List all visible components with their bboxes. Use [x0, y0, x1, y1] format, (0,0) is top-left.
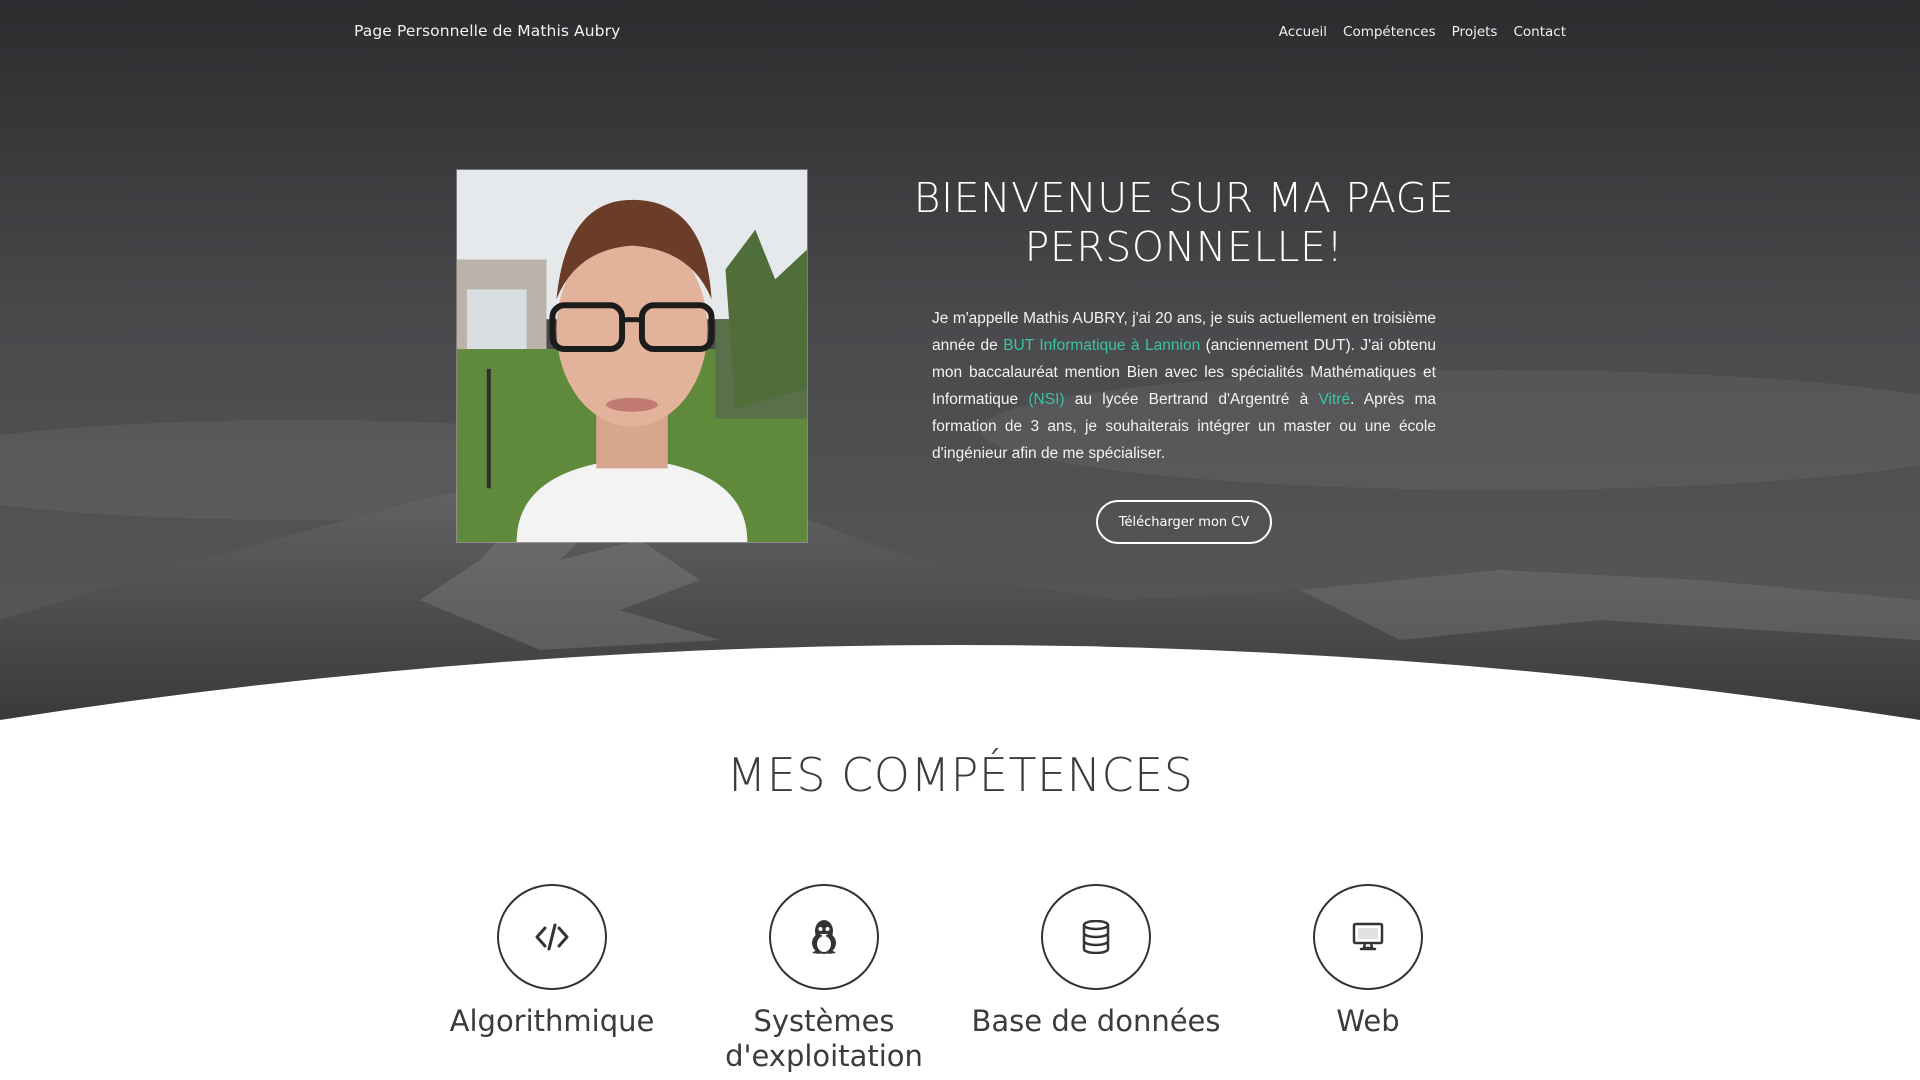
nav-link-projets[interactable]: Projets	[1452, 24, 1498, 40]
but-informatique-link[interactable]: BUT Informatique à Lannion	[1003, 337, 1200, 354]
database-icon	[1082, 920, 1110, 954]
hero-intro: Je m'appelle Mathis AUBRY, j'ai 20 ans, …	[932, 305, 1436, 467]
vitre-link[interactable]: Vitré	[1318, 391, 1350, 408]
skill-label: Systèmes d'exploitation	[725, 1004, 923, 1073]
nsi-link[interactable]: (NSI)	[1028, 391, 1064, 408]
skill-systemes-exploitation: Systèmes d'exploitation	[694, 884, 954, 1074]
skill-base-de-donnees: Base de données	[966, 884, 1226, 1039]
profile-photo	[456, 169, 808, 543]
nav-link-contact[interactable]: Contact	[1513, 24, 1566, 40]
intro-text-3: au lycée Bertrand d'Argentré à	[1064, 391, 1319, 408]
skill-icon-circle	[497, 884, 607, 990]
nav-links: Accueil Compétences Projets Contact	[1279, 24, 1566, 40]
hero-title: BIENVENUE SUR MA PAGE PERSONNELLE!	[913, 174, 1455, 271]
skill-label: Web	[1336, 1004, 1400, 1038]
skill-icon-circle	[1313, 884, 1423, 990]
linux-icon	[812, 920, 836, 954]
top-navbar: Page Personnelle de Mathis Aubry Accueil…	[0, 0, 1920, 66]
skill-icon-circle	[1041, 884, 1151, 990]
skill-algorithmique: Algorithmique	[422, 884, 682, 1039]
skill-label: Base de données	[971, 1004, 1221, 1038]
download-cv-button[interactable]: Télécharger mon CV	[1096, 500, 1272, 544]
skill-label: Algorithmique	[449, 1004, 655, 1038]
desktop-icon	[1352, 922, 1384, 951]
code-icon	[535, 923, 569, 951]
hero-section: Page Personnelle de Mathis Aubry Accueil…	[0, 0, 1920, 720]
skill-icon-circle	[769, 884, 879, 990]
skills-title: MES COMPÉTENCES	[726, 748, 1194, 802]
skill-web: Web	[1238, 884, 1498, 1039]
section-divider-curve	[0, 645, 1920, 720]
nav-link-accueil[interactable]: Accueil	[1279, 24, 1327, 40]
nav-link-competences[interactable]: Compétences	[1343, 24, 1436, 40]
brand-link[interactable]: Page Personnelle de Mathis Aubry	[354, 22, 620, 40]
